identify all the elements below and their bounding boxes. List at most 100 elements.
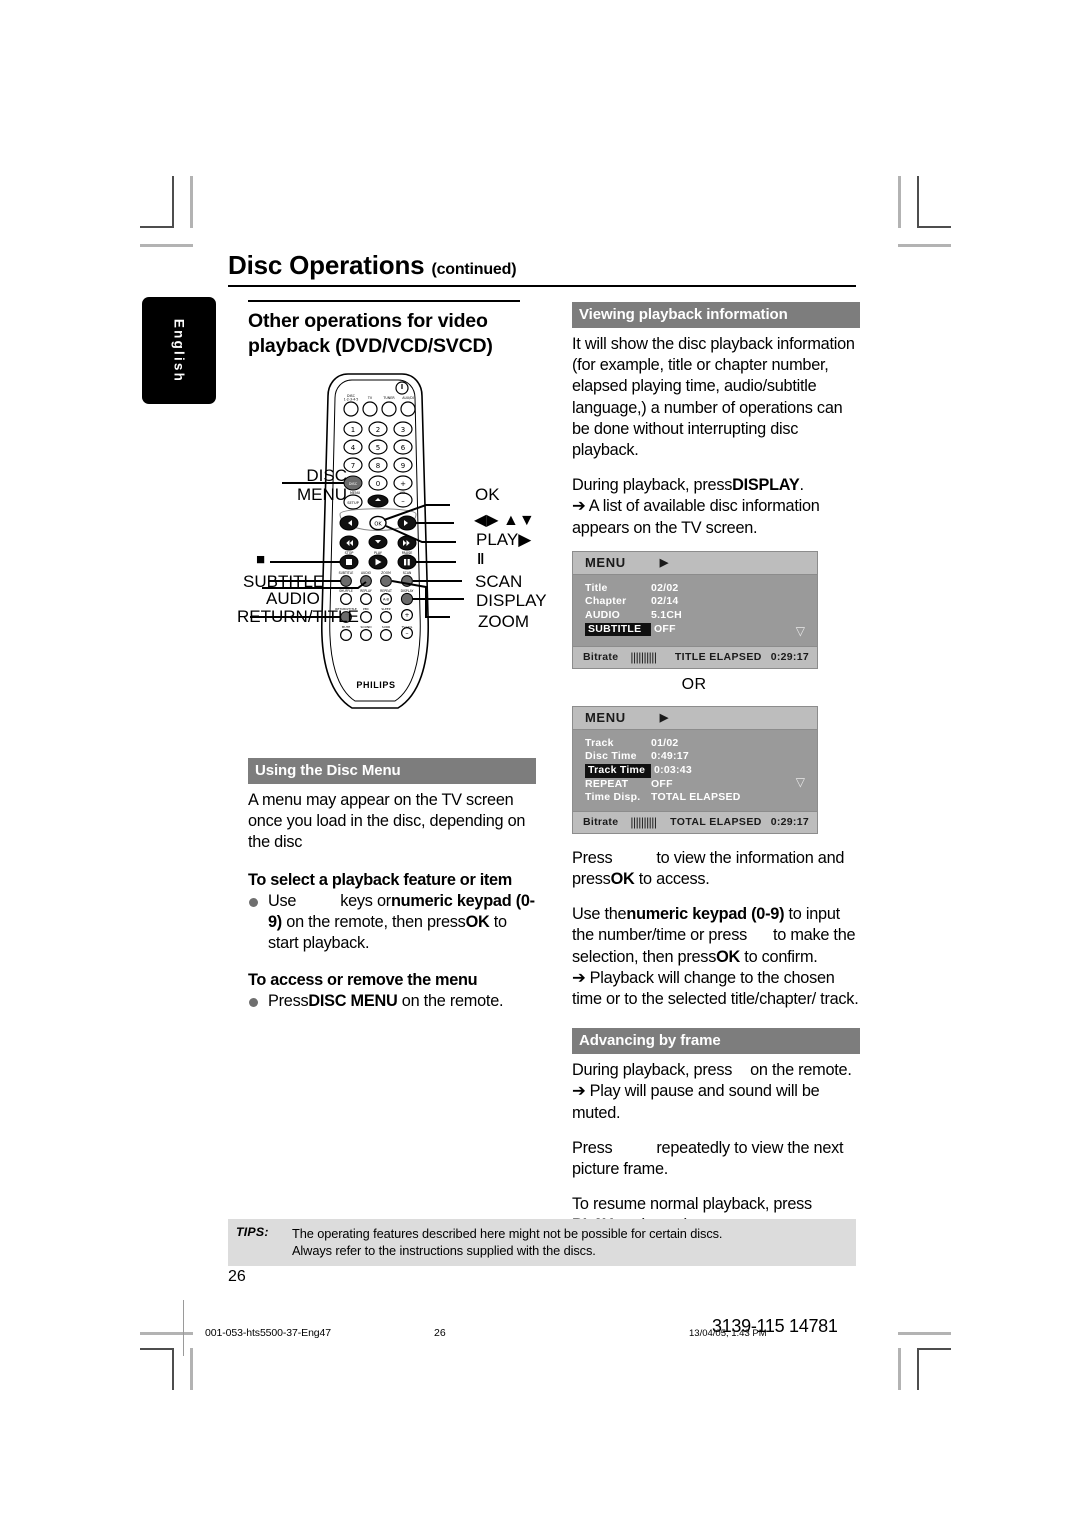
osd-bitrate-bars: ||||||||||: [630, 814, 657, 829]
bullet-select-t5: OK: [465, 912, 490, 931]
osd-menu-label: MENU: [585, 554, 626, 570]
crop-mark-tr-v: [917, 176, 919, 228]
language-tab: English: [142, 297, 216, 404]
crop-mark-tl-bar-v: [190, 176, 193, 228]
disc-menu-section: Using the Disc Menu A menu may appear on…: [248, 758, 536, 1012]
callout-audio: AUDIO: [266, 589, 320, 608]
press-info-t6: numeric keypad (0-9): [626, 905, 785, 924]
bullet-select-feature: Use keys ornumeric keypad (0-9) on the re…: [248, 891, 536, 955]
bullet-dot-icon: [249, 998, 258, 1008]
viewing-para-2: During playback, pressDISPLAY.: [572, 475, 860, 496]
osd-rows: Track 01/02 Disc Time 0:49:17 Track Time 0:…: [573, 730, 817, 811]
callout-scan: SCAN: [475, 572, 523, 591]
crop-mark-bl-bar-v: [190, 1348, 193, 1390]
osd-row: Chapter 02/14: [585, 595, 679, 608]
osd-row: AUDIO 5.1CH: [585, 609, 683, 622]
left-heading: Other operations for video playback (DVD…: [248, 309, 493, 357]
svg-text:SETUP: SETUP: [347, 501, 359, 505]
svg-text:SCAN: SCAN: [403, 571, 412, 575]
svg-text:8: 8: [376, 462, 380, 470]
tips-line-2: Always refer to the instructions supplie…: [292, 1243, 596, 1258]
press-info-t1: Press: [572, 848, 613, 867]
osd-scroll-down-icon: ▽: [795, 623, 805, 638]
callout-play: PLAY▶: [476, 530, 532, 549]
tips-box: TIPS: The operating features described h…: [228, 1219, 856, 1266]
crop-mark-br-bar-h: [898, 1332, 951, 1335]
title-divider: [228, 285, 856, 288]
osd-dvd-info-screen: MENU ▶ Title 02/02 Chapter 02/14 AUDIO 5.1C…: [572, 550, 818, 669]
tips-line-1: The operating features described here mi…: [292, 1226, 723, 1241]
svg-text:+: +: [404, 612, 409, 619]
svg-text:9: 9: [401, 462, 405, 470]
osd-row-highlighted: Track Time 0:03:43: [585, 764, 817, 778]
right-column: Viewing playback information It will sho…: [572, 302, 860, 1237]
svg-text:0: 0: [376, 480, 380, 488]
svg-text:TV: TV: [367, 396, 373, 400]
svg-text:1·2·3·4·5: 1·2·3·4·5: [344, 398, 359, 402]
bullet-dot-icon: [249, 897, 258, 907]
crop-mark-br-bar-v: [898, 1348, 901, 1390]
svg-text:3: 3: [401, 426, 405, 434]
osd-elapsed-label: TOTAL ELAPSED: [670, 815, 762, 828]
crop-mark-bl-h: [140, 1348, 174, 1350]
osd-row: Disc Time 0:49:17: [585, 750, 689, 763]
left-column: Other operations for video playback (DVD…: [248, 300, 536, 359]
svg-text:REPEAT: REPEAT: [380, 589, 392, 593]
svg-text:VOL: VOL: [400, 491, 407, 495]
viewing-p2-c: .: [799, 476, 804, 495]
print-page-number: 26: [434, 1327, 446, 1339]
subhead-access-menu: To access or remove the menu: [248, 971, 478, 990]
press-info-line1: Press to view the information and pressOK…: [572, 848, 860, 890]
svg-text:PBC: PBC: [363, 607, 369, 611]
advancing-line1: During playback, press on the remote.: [572, 1060, 860, 1081]
osd-rows: Title 02/02 Chapter 02/14 AUDIO 5.1CH SUBTI…: [573, 575, 817, 646]
or-separator: OR: [681, 675, 707, 693]
callout-return-title: RETURN/TITLE: [237, 607, 359, 626]
callout-pause-icon: ‖: [477, 551, 485, 568]
advancing-t4: repeatedly to view the next picture fram…: [572, 1138, 844, 1179]
crop-mark-br-v: [917, 1348, 919, 1390]
svg-text:TV VOL: TV VOL: [401, 625, 413, 629]
svg-text:STOP: STOP: [345, 551, 354, 555]
bullet-access-t2: DISC MENU: [308, 992, 398, 1011]
page-title-main: Disc Operations: [228, 250, 425, 280]
callout-stop-icon: ■: [256, 551, 266, 568]
svg-text:SHUFFLE: SHUFFLE: [339, 589, 353, 593]
osd-elapsed-label: TITLE ELAPSED: [674, 650, 762, 663]
crop-mark-tr-h: [917, 226, 951, 228]
svg-text:+: +: [400, 480, 406, 488]
svg-text:6: 6: [401, 444, 406, 452]
section-header-disc-menu: Using the Disc Menu: [248, 758, 536, 784]
osd-play-arrow-icon: ▶: [659, 556, 669, 569]
osd-bitrate-label: Bitrate: [583, 650, 619, 663]
osd-bitrate-label: Bitrate: [583, 815, 619, 828]
osd-scroll-down-icon: ▽: [795, 774, 805, 789]
bullet-select-t2: keys or: [340, 891, 391, 910]
viewing-para-1: It will show the disc playback informati…: [572, 335, 855, 460]
crop-mark-br-h: [917, 1348, 951, 1350]
bullet-access-menu: PressDISC MENU on the remote.: [248, 991, 536, 1012]
svg-text:SOUND: SOUND: [360, 625, 372, 629]
advancing-t2: on the remote.: [750, 1061, 852, 1080]
advancing-t3: Press: [572, 1138, 613, 1157]
osd-play-arrow-icon: ▶: [659, 711, 669, 724]
bullet-access-t3: on the remote.: [401, 992, 504, 1011]
crop-mark-tr-bar-v: [898, 176, 901, 228]
osd-status-bar: Bitrate |||||||||| TOTAL ELAPSED 0:29:17: [573, 810, 817, 833]
press-info-line3: ➔ Playback will change to the chosen tim…: [572, 968, 859, 1009]
subhead-select-feature: To select a playback feature or item: [248, 870, 512, 889]
osd-row: REPEAT OFF: [585, 777, 673, 790]
svg-text:1: 1: [351, 426, 355, 434]
svg-text:–: –: [406, 630, 409, 637]
section-header-viewing-info: Viewing playback information: [572, 302, 860, 328]
svg-text:AUX/DI: AUX/DI: [402, 396, 414, 400]
svg-text:A-B: A-B: [383, 598, 390, 602]
osd-row: Time Disp. TOTAL ELAPSED: [585, 791, 741, 804]
viewing-p2-a: During playback, press: [572, 476, 733, 495]
tips-label: TIPS:: [236, 1225, 269, 1239]
crop-mark-bl-v: [172, 1348, 174, 1390]
crop-mark-bl-bar-h: [140, 1332, 193, 1335]
svg-text:PHILIPS: PHILIPS: [356, 680, 395, 690]
crop-mark-tl-bar-h: [140, 244, 193, 247]
osd-menu-bar: MENU ▶: [573, 551, 817, 575]
